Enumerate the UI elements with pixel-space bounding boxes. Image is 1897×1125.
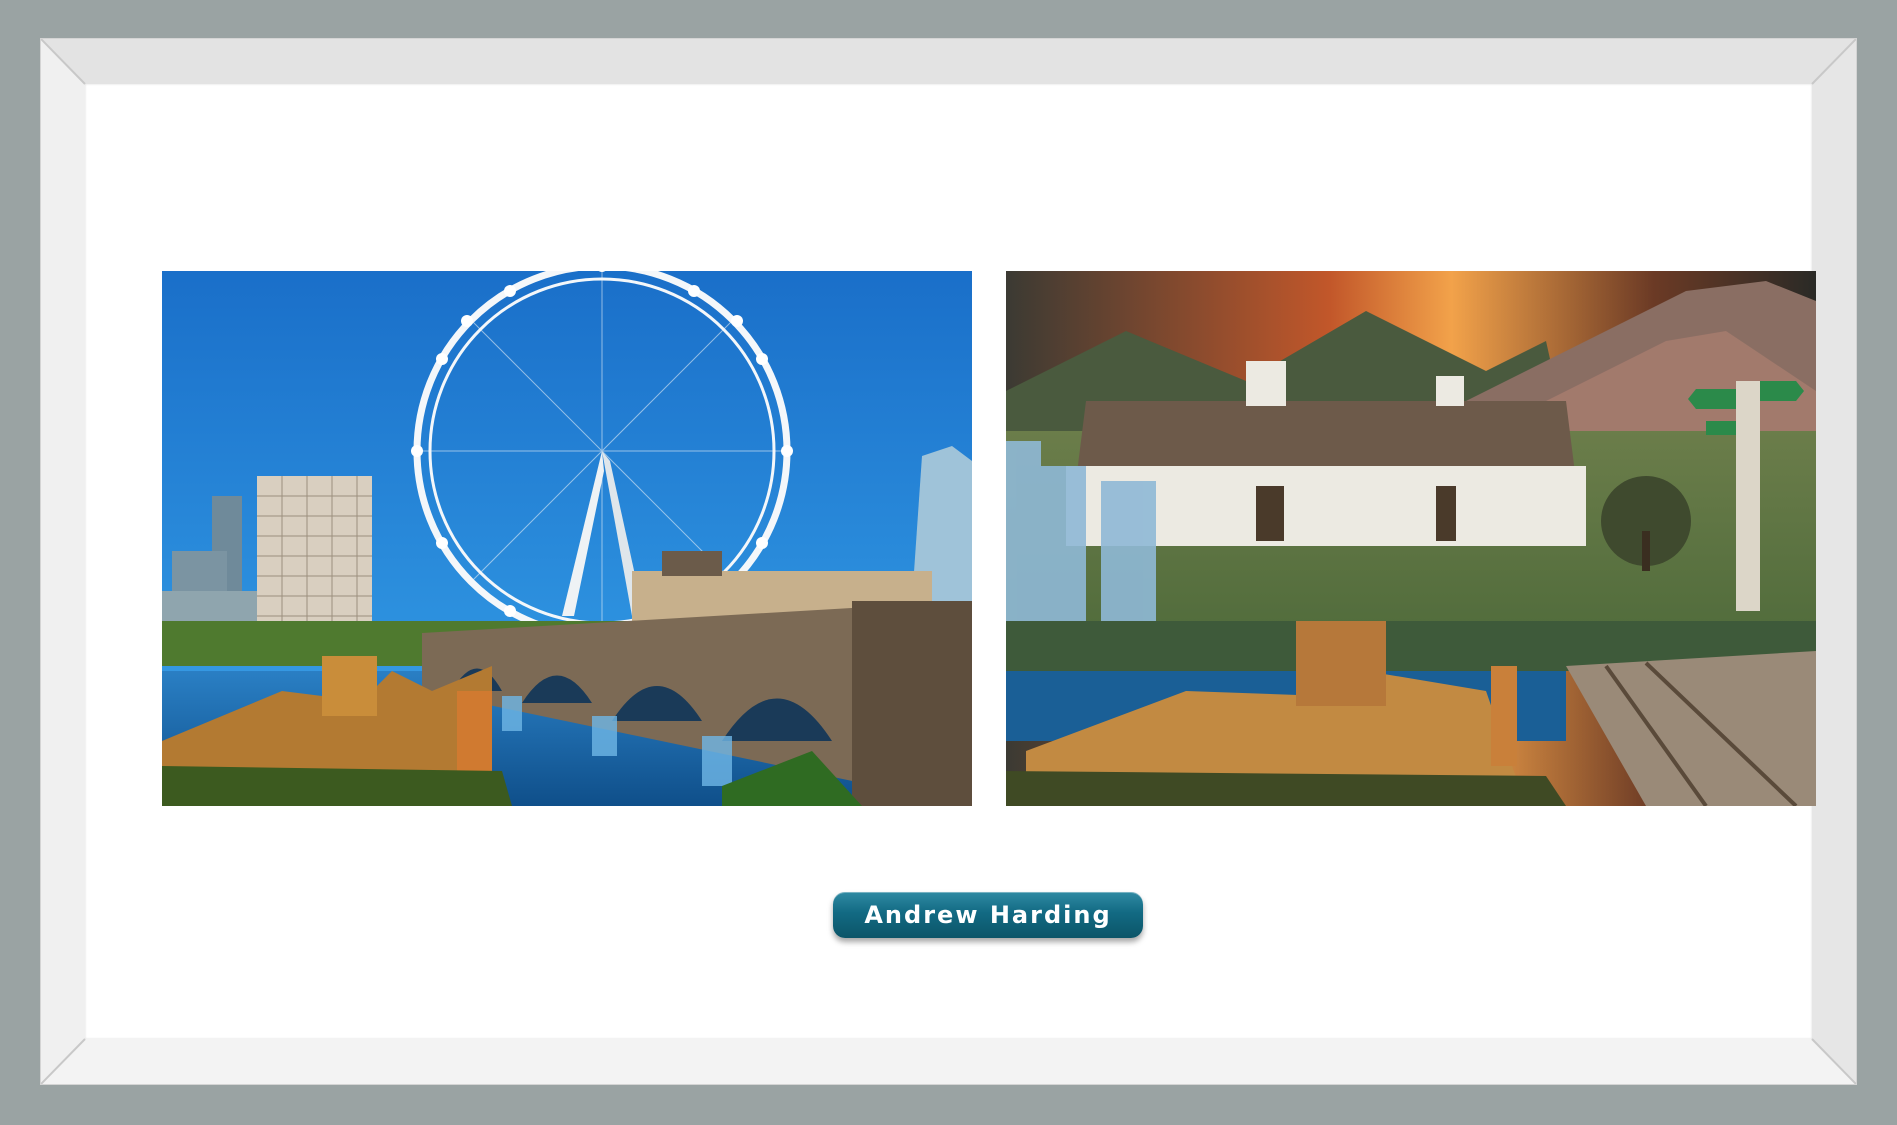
- picture-frame: Andrew Harding: [41, 39, 1856, 1084]
- london-eye-collage-image: [162, 271, 972, 806]
- artwork-left[interactable]: [162, 271, 972, 806]
- cottage-landscape-collage-image: [1006, 271, 1816, 806]
- mat-board: Andrew Harding: [85, 84, 1816, 1039]
- artist-name-plate[interactable]: Andrew Harding: [833, 892, 1143, 938]
- artist-name: Andrew Harding: [864, 901, 1112, 929]
- artwork-right[interactable]: [1006, 271, 1816, 806]
